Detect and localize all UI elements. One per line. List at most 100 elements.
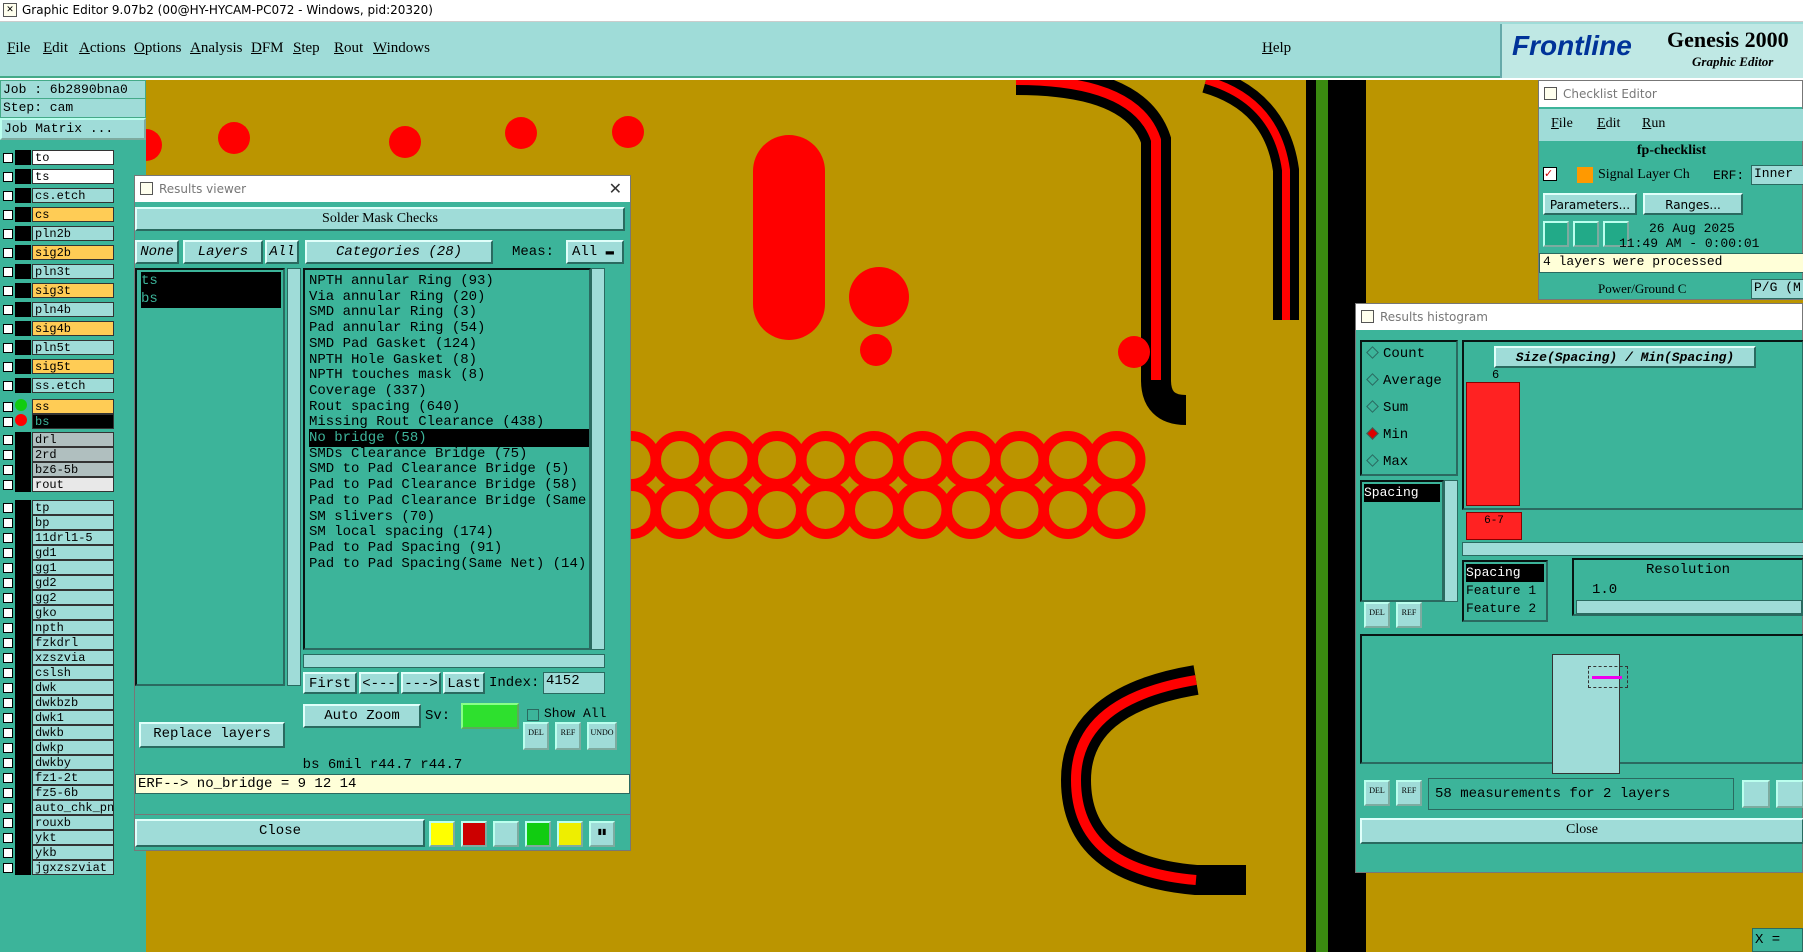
layer-row[interactable]: ykb (0, 845, 146, 861)
layer-row[interactable]: bp (0, 515, 146, 531)
layer-checkbox[interactable] (3, 863, 13, 873)
layer-row[interactable]: cslsh (0, 665, 146, 681)
layer-checkbox[interactable] (3, 210, 13, 220)
layer-checkbox[interactable] (3, 324, 13, 334)
layer-checkbox[interactable] (3, 248, 13, 258)
layer-row[interactable]: to (0, 150, 146, 166)
check-icon[interactable]: ✓ (1543, 167, 1557, 181)
layout-icon[interactable] (1776, 780, 1803, 808)
ref-button[interactable]: REF (1396, 602, 1422, 628)
layer-row[interactable]: pln2b (0, 226, 146, 242)
auto-zoom-button[interactable]: Auto Zoom (303, 704, 421, 728)
layer-checkbox[interactable] (3, 668, 13, 678)
layer-row[interactable]: xzszvia (0, 650, 146, 666)
layer-checkbox[interactable] (3, 818, 13, 828)
list-item[interactable]: Spacing (1466, 564, 1544, 582)
min-radio[interactable]: Min (1366, 427, 1408, 443)
del-button[interactable]: DEL (1364, 602, 1390, 628)
measure-list-scrollbar[interactable] (1444, 480, 1458, 602)
layer-checkbox[interactable] (3, 653, 13, 663)
ranges-button[interactable]: Ranges... (1643, 193, 1743, 215)
category-list[interactable]: NPTH annular Ring (93) Via annular Ring (… (303, 268, 591, 650)
layer-checkbox[interactable] (3, 465, 13, 475)
layer-row[interactable]: sig3t (0, 283, 146, 299)
del-button[interactable]: DEL (523, 722, 549, 750)
toolbar-icon-4[interactable] (525, 821, 551, 847)
sum-radio[interactable]: Sum (1366, 400, 1408, 416)
layer-row[interactable]: sig4b (0, 321, 146, 337)
layer-row[interactable]: ss (0, 399, 146, 415)
layer-checkbox[interactable] (3, 803, 13, 813)
bin-label[interactable]: 6-7 (1466, 512, 1522, 540)
layer-checkbox[interactable] (3, 578, 13, 588)
layer-row[interactable]: jgxzszviat (0, 860, 146, 876)
show-all-checkbox[interactable] (527, 709, 539, 721)
del-button[interactable]: DEL (1364, 780, 1390, 806)
layer-row[interactable]: npth (0, 620, 146, 636)
layer-checkbox[interactable] (3, 788, 13, 798)
layer-row[interactable]: dwkb (0, 725, 146, 741)
layer-checkbox[interactable] (3, 608, 13, 618)
layer-row[interactable]: tp (0, 500, 146, 516)
layer-row[interactable]: dwkp (0, 740, 146, 756)
menu-analysis[interactable]: Analysis (190, 40, 243, 57)
checklist-menu-run[interactable]: Run (1642, 116, 1665, 132)
layer-row[interactable]: ss.etch (0, 378, 146, 394)
layer-row[interactable]: 11drl1-5 (0, 530, 146, 546)
layers-button[interactable]: Layers (183, 240, 263, 264)
layer-checkbox[interactable] (3, 758, 13, 768)
histogram-heading[interactable]: Size(Spacing) / Min(Spacing) (1494, 346, 1756, 368)
layer-row[interactable]: rouxb (0, 815, 146, 831)
layer-row[interactable]: fz1-2t (0, 770, 146, 786)
layer-checkbox[interactable] (3, 172, 13, 182)
layer-checkbox[interactable] (3, 743, 13, 753)
layer-list-scrollbar[interactable] (287, 268, 301, 686)
layer-row[interactable]: bz6-5b (0, 462, 146, 478)
layer-checkbox[interactable] (3, 593, 13, 603)
layer-checkbox[interactable] (3, 435, 13, 445)
prev-button[interactable]: <--- (359, 672, 399, 694)
layer-row[interactable]: gd2 (0, 575, 146, 591)
run-icon[interactable] (1543, 221, 1569, 247)
layer-row[interactable]: dwkbzb (0, 695, 146, 711)
list-item[interactable]: ts (141, 272, 281, 290)
layer-checkbox[interactable] (3, 286, 13, 296)
layer-checkbox[interactable] (3, 402, 13, 412)
histogram-hscrollbar[interactable] (1462, 542, 1803, 556)
first-button[interactable]: First (303, 672, 357, 694)
layer-checkbox[interactable] (3, 638, 13, 648)
list-item[interactable]: Feature 2 (1466, 600, 1536, 618)
layer-checkbox[interactable] (3, 833, 13, 843)
layer-checkbox[interactable] (3, 417, 13, 427)
histogram-bar[interactable] (1466, 382, 1520, 506)
layer-row[interactable]: fzkdrl (0, 635, 146, 651)
category-hscrollbar[interactable] (303, 654, 605, 668)
menu-rout[interactable]: Rout (334, 40, 363, 57)
layer-row[interactable]: fz5-6b (0, 785, 146, 801)
parameters-button[interactable]: Parameters... (1543, 193, 1637, 215)
checklist-menu-edit[interactable]: Edit (1597, 116, 1620, 132)
resolution-slider[interactable] (1576, 600, 1802, 614)
layer-row[interactable]: dwkby (0, 755, 146, 771)
toolbar-icon-1[interactable] (429, 821, 455, 847)
layer-row[interactable]: sig2b (0, 245, 146, 261)
layer-row[interactable]: pln4b (0, 302, 146, 318)
menu-help[interactable]: Help (1262, 40, 1291, 57)
replace-layers-button[interactable]: Replace layers (139, 722, 285, 748)
layer-row[interactable]: ykt (0, 830, 146, 846)
layer-row[interactable]: dwk (0, 680, 146, 696)
histogram-close-button[interactable]: Close (1360, 818, 1803, 844)
category-item[interactable]: Pad to Pad Spacing(Same Net) (14) (309, 555, 589, 573)
measure-list[interactable]: Spacing (1360, 480, 1444, 602)
menu-step[interactable]: Step (293, 40, 320, 57)
layer-checkbox[interactable] (3, 548, 13, 558)
run-icon[interactable] (1573, 221, 1599, 247)
layer-checkbox[interactable] (3, 343, 13, 353)
layer-row[interactable]: pln5t (0, 340, 146, 356)
next-button[interactable]: ---> (401, 672, 441, 694)
layer-checkbox[interactable] (3, 305, 13, 315)
layer-row[interactable]: gg2 (0, 590, 146, 606)
layer-checkbox[interactable] (3, 698, 13, 708)
menu-options[interactable]: Options (134, 40, 182, 57)
layer-row[interactable]: gd1 (0, 545, 146, 561)
